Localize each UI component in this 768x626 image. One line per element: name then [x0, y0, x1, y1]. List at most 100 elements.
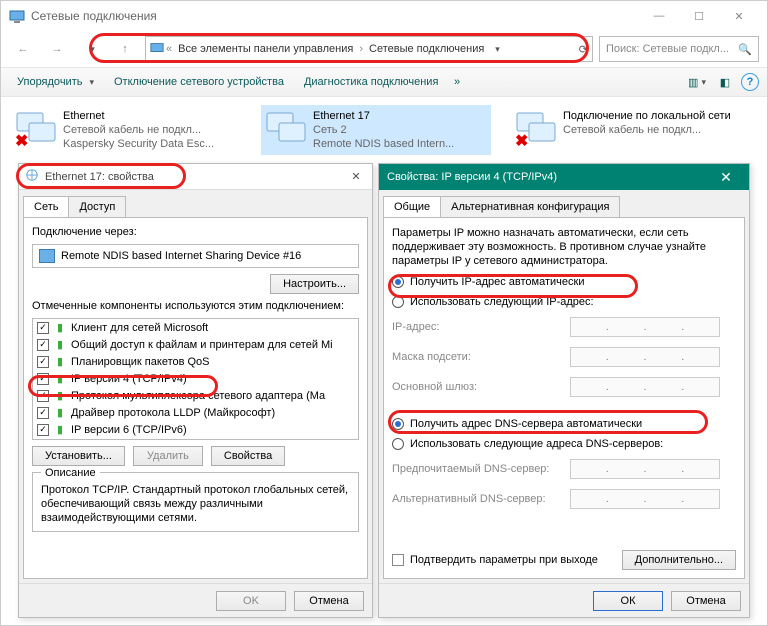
forward-button[interactable]: →	[43, 35, 71, 63]
description-group: Описание Протокол TCP/IP. Стандартный пр…	[32, 472, 359, 532]
up-button[interactable]: ↑	[111, 35, 139, 63]
checkbox[interactable]	[37, 356, 49, 368]
component-label: Общий доступ к файлам и принтерам для се…	[71, 339, 333, 351]
search-input[interactable]: Поиск: Сетевые подкл... 🔍	[599, 36, 759, 62]
list-item[interactable]: IP версии 4 (TCP/IPv4)	[33, 370, 358, 387]
adapter-status: Сетевой кабель не подкл...	[63, 123, 237, 137]
error-badge-icon: ✖	[515, 131, 528, 151]
list-item[interactable]: Общий доступ к файлам и принтерам для се…	[33, 336, 358, 353]
list-item[interactable]: Клиент для сетей Microsoft	[33, 319, 358, 336]
component-label: IP версии 4 (TCP/IPv4)	[71, 373, 187, 385]
tab-alternate-config[interactable]: Альтернативная конфигурация	[440, 196, 620, 217]
gateway-input	[570, 377, 720, 397]
gateway-row: Основной шлюз:	[392, 376, 736, 398]
radio-use-ip[interactable]: Использовать следующий IP-адрес:	[392, 296, 736, 308]
adapter-status: Сеть 2	[313, 123, 487, 137]
components-list[interactable]: Клиент для сетей Microsoft Общий доступ …	[32, 318, 359, 440]
ok-button[interactable]: ОК	[593, 591, 663, 611]
ip-address-input	[570, 317, 720, 337]
adapter-item[interactable]: ✖ Подключение по локальной сети Сетевой …	[511, 105, 741, 155]
view-icons-button[interactable]: ▥	[685, 71, 709, 93]
details-pane-button[interactable]: ◧	[713, 71, 737, 93]
cancel-button[interactable]: Отмена	[671, 591, 741, 611]
navbar: ← → ↑ « Все элементы панели управления ›…	[1, 31, 767, 67]
chevron-right-icon: ›	[357, 43, 365, 55]
organize-menu[interactable]: Упорядочить	[9, 72, 102, 92]
maximize-button[interactable]: ☐	[679, 2, 719, 30]
checkbox-label: Подтвердить параметры при выходе	[410, 554, 598, 566]
radio-label: Использовать следующий IP-адрес:	[410, 296, 594, 308]
dialog-close-button[interactable]: ✕	[346, 170, 366, 183]
service-icon	[53, 355, 67, 369]
ip-address-row: IP-адрес:	[392, 316, 736, 338]
checkbox[interactable]	[37, 424, 49, 436]
command-bar: Упорядочить Отключение сетевого устройст…	[1, 67, 767, 97]
radio-label: Получить адрес DNS-сервера автоматически	[410, 418, 642, 430]
minimize-button[interactable]: —	[639, 2, 679, 30]
protocol-icon	[53, 372, 67, 386]
address-dropdown[interactable]	[488, 43, 504, 55]
breadcrumb[interactable]: Сетевые подключения	[365, 43, 488, 55]
diagnose-button[interactable]: Диагностика подключения »	[296, 72, 468, 92]
ok-button[interactable]: OK	[216, 591, 286, 611]
cancel-button[interactable]: Отмена	[294, 591, 364, 611]
configure-button[interactable]: Настроить...	[270, 274, 359, 294]
list-item[interactable]: Планировщик пакетов QoS	[33, 353, 358, 370]
list-item[interactable]: Протокол мультиплексора сетевого адаптер…	[33, 387, 358, 404]
dialog-close-button[interactable]: ✕	[711, 169, 741, 186]
dialog-footer: OK Отмена	[19, 583, 372, 617]
chevron-down-icon[interactable]	[77, 35, 105, 63]
subnet-mask-input	[570, 347, 720, 367]
radio-obtain-dns-auto[interactable]: Получить адрес DNS-сервера автоматически	[392, 418, 736, 430]
adapter-properties-dialog: Ethernet 17: свойства ✕ Сеть Доступ Подк…	[18, 163, 373, 618]
adapter-item[interactable]: ✖ Ethernet Сетевой кабель не подкл... Ka…	[11, 105, 241, 155]
install-button[interactable]: Установить...	[32, 446, 125, 466]
adapter-item[interactable]: Ethernet 17 Сеть 2 Remote NDIS based Int…	[261, 105, 491, 155]
tab-general[interactable]: Общие	[383, 196, 441, 217]
checkbox[interactable]	[37, 373, 49, 385]
tab-access[interactable]: Доступ	[68, 196, 126, 217]
dns1-row: Предпочитаемый DNS-сервер:	[392, 458, 736, 480]
checkbox-icon	[392, 554, 404, 566]
radio-icon	[392, 418, 404, 430]
service-icon	[53, 338, 67, 352]
tabs: Общие Альтернативная конфигурация	[379, 190, 749, 217]
radio-obtain-ip-auto[interactable]: Получить IP-адрес автоматически	[392, 276, 736, 288]
breadcrumb[interactable]: Все элементы панели управления	[174, 43, 357, 55]
field-label: Предпочитаемый DNS-сервер:	[392, 463, 562, 475]
adapter-status: Сетевой кабель не подкл...	[563, 123, 737, 137]
description-legend: Описание	[41, 467, 100, 479]
component-label: IP версии 6 (TCP/IPv6)	[71, 424, 187, 436]
properties-button[interactable]: Свойства	[211, 446, 285, 466]
radio-use-dns[interactable]: Использовать следующие адреса DNS-сервер…	[392, 438, 736, 450]
field-label: Маска подсети:	[392, 351, 562, 363]
protocol-icon	[53, 423, 67, 437]
location-icon	[150, 41, 164, 58]
help-button[interactable]: ?	[741, 73, 759, 91]
uninstall-button[interactable]: Удалить	[133, 446, 203, 466]
disable-device-button[interactable]: Отключение сетевого устройства	[106, 72, 292, 92]
list-item[interactable]: Драйвер протокола LLDP (Майкрософт)	[33, 404, 358, 421]
back-button[interactable]: ←	[9, 35, 37, 63]
adapter-device: Kaspersky Security Data Esc...	[63, 137, 237, 151]
advanced-button[interactable]: Дополнительно...	[622, 550, 736, 570]
checkbox[interactable]	[37, 390, 49, 402]
tab-panel: Параметры IP можно назначать автоматичес…	[383, 217, 745, 579]
protocol-icon	[53, 406, 67, 420]
tab-panel: Подключение через: Remote NDIS based Int…	[23, 217, 368, 579]
search-icon: 🔍	[738, 43, 752, 56]
ipv4-properties-dialog: Свойства: IP версии 4 (TCP/IPv4) ✕ Общие…	[378, 163, 750, 618]
checkbox[interactable]	[37, 322, 49, 334]
refresh-button[interactable]: ⟳	[579, 43, 588, 56]
tabs: Сеть Доступ	[19, 190, 372, 217]
list-item[interactable]: IP версии 6 (TCP/IPv6)	[33, 421, 358, 438]
checkbox[interactable]	[37, 407, 49, 419]
checkbox[interactable]	[37, 339, 49, 351]
address-bar[interactable]: « Все элементы панели управления › Сетев…	[145, 36, 593, 62]
field-label: Альтернативный DNS-сервер:	[392, 493, 562, 505]
adapter-icon: ✖	[515, 109, 557, 151]
validate-on-exit-checkbox[interactable]: Подтвердить параметры при выходе	[392, 554, 598, 566]
close-button[interactable]: ✕	[719, 2, 759, 30]
subnet-mask-row: Маска подсети:	[392, 346, 736, 368]
tab-network[interactable]: Сеть	[23, 196, 69, 217]
